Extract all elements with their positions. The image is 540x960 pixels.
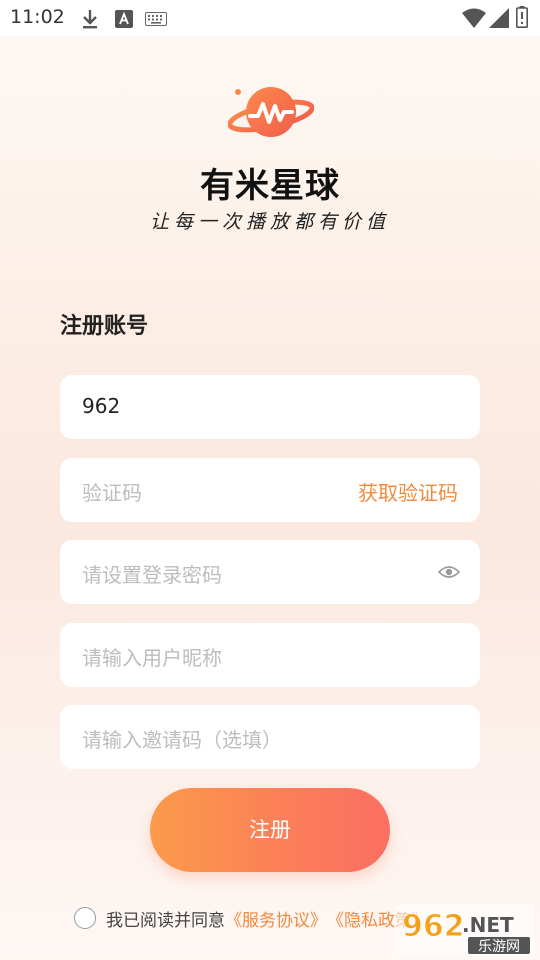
battery-icon	[516, 6, 528, 28]
verification-code-input[interactable]: 验证码 获取验证码	[60, 458, 480, 522]
status-bar: 11:02	[0, 0, 540, 36]
nickname-input[interactable]: 请输入用户昵称	[60, 623, 480, 687]
site-watermark: 962 .NET 乐游网	[396, 904, 534, 956]
watermark-brand: 962	[402, 909, 465, 944]
app-name: 有米星球	[200, 166, 340, 206]
watermark-suffix: .NET	[462, 913, 514, 937]
service-agreement-link[interactable]: 《服务协议》	[225, 906, 327, 931]
download-icon	[83, 10, 97, 29]
keyboard-icon	[145, 12, 167, 26]
register-button[interactable]: 注册	[150, 788, 390, 872]
invite-code-placeholder: 请输入邀请码（选填）	[82, 728, 282, 752]
status-time: 11:02	[10, 6, 65, 28]
agreement-row: 我已阅读并同意 《服务协议》 《隐私政策》	[74, 904, 429, 932]
phone-input[interactable]: 962	[60, 375, 480, 439]
wifi-icon	[462, 8, 486, 28]
password-input[interactable]: 请设置登录密码	[60, 540, 480, 604]
form-title: 注册账号	[60, 314, 149, 339]
verification-code-placeholder: 验证码	[82, 481, 142, 505]
nickname-placeholder: 请输入用户昵称	[82, 646, 222, 670]
phone-input-value: 962	[82, 394, 121, 418]
watermark-subtitle: 乐游网	[478, 939, 520, 955]
get-code-button[interactable]: 获取验证码	[358, 477, 458, 506]
password-placeholder: 请设置登录密码	[82, 563, 222, 587]
agreement-text: 我已阅读并同意	[106, 910, 225, 931]
app-slogan: 让每一次播放都有价值	[149, 211, 390, 233]
planet-logo-icon	[228, 87, 314, 137]
eye-icon[interactable]	[438, 565, 460, 579]
a-box-icon	[115, 10, 133, 28]
register-screen: 11:02 有米星球 让每一次播放都有价值 注册账号 962 验证码 获取验证码…	[0, 0, 540, 960]
invite-code-input[interactable]: 请输入邀请码（选填）	[60, 705, 480, 769]
signal-icon	[489, 8, 509, 28]
agreement-checkbox[interactable]	[74, 907, 96, 929]
